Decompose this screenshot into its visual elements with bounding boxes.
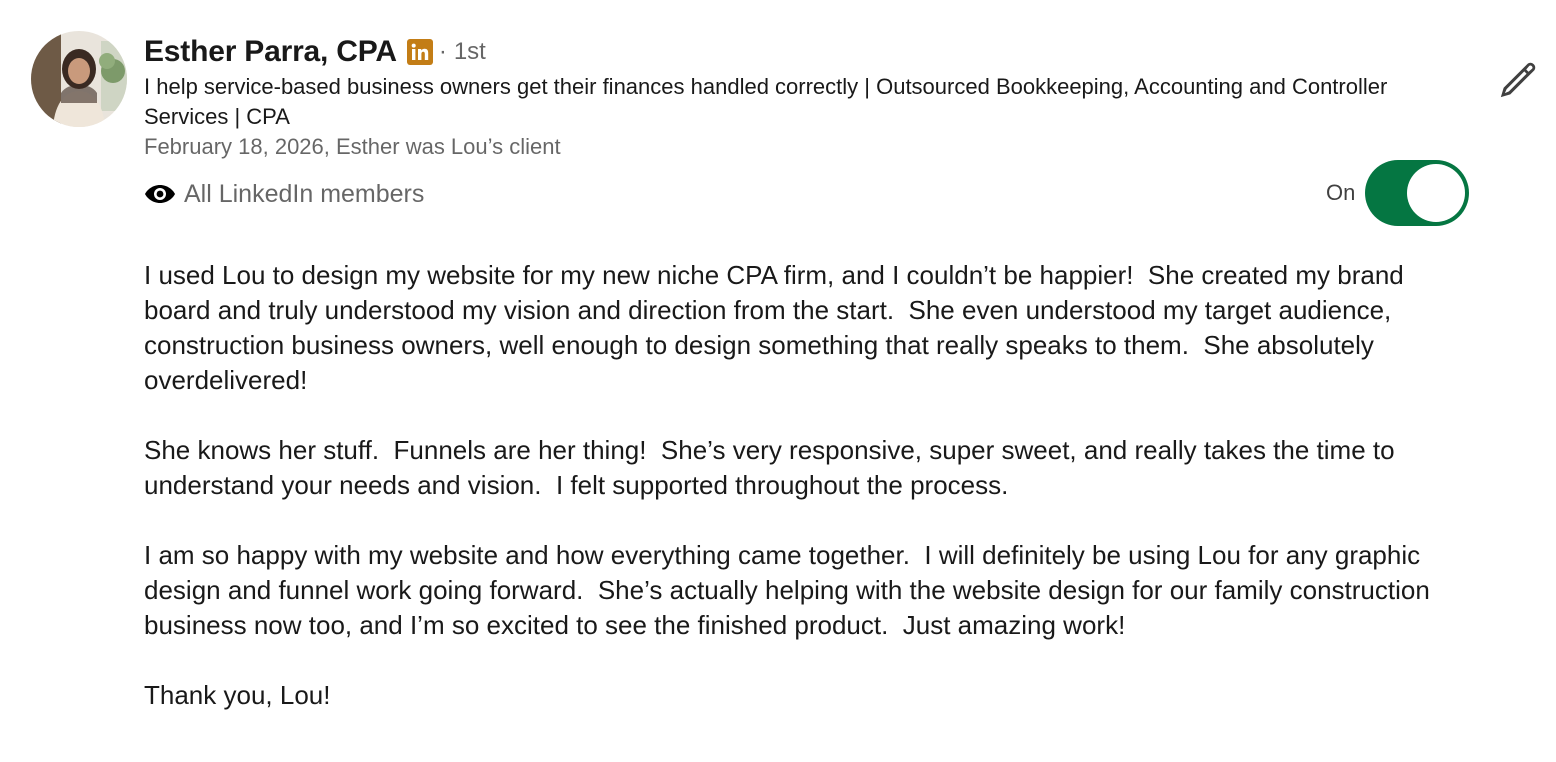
name-row: Esther Parra, CPA · 1st xyxy=(144,32,1444,72)
visibility-label: All LinkedIn members xyxy=(184,179,425,208)
avatar-photo xyxy=(31,31,127,127)
recommender-name[interactable]: Esther Parra, CPA xyxy=(144,35,397,69)
pencil-icon xyxy=(1500,62,1536,98)
visibility-toggle-group: On xyxy=(1326,160,1470,226)
degree-separator: · xyxy=(438,38,447,65)
visibility-toggle[interactable] xyxy=(1365,160,1470,226)
avatar[interactable] xyxy=(31,31,127,127)
toggle-knob xyxy=(1407,164,1466,222)
recommendation-meta: February 18, 2026, Esther was Lou’s clie… xyxy=(144,134,561,159)
recommender-headline: I help service-based business owners get… xyxy=(144,74,1388,129)
recommendation-paragraph: She knows her stuff. Funnels are her thi… xyxy=(144,435,1402,500)
recommendation-header: Esther Parra, CPA · 1st I help service-b… xyxy=(144,32,1444,162)
visibility-setting: All LinkedIn members xyxy=(144,176,424,212)
edit-button[interactable] xyxy=(1496,58,1540,102)
recommendation-paragraph: I am so happy with my website and how ev… xyxy=(144,540,1438,640)
connection-degree: 1st xyxy=(453,38,486,65)
linkedin-icon xyxy=(406,39,433,65)
toggle-label: On xyxy=(1326,180,1356,205)
eye-icon xyxy=(145,185,175,203)
recommendation-paragraph: Thank you, Lou! xyxy=(144,680,331,710)
recommendation-text: I used Lou to design my website for my n… xyxy=(144,258,1464,713)
recommendation-paragraph: I used Lou to design my website for my n… xyxy=(144,260,1411,395)
